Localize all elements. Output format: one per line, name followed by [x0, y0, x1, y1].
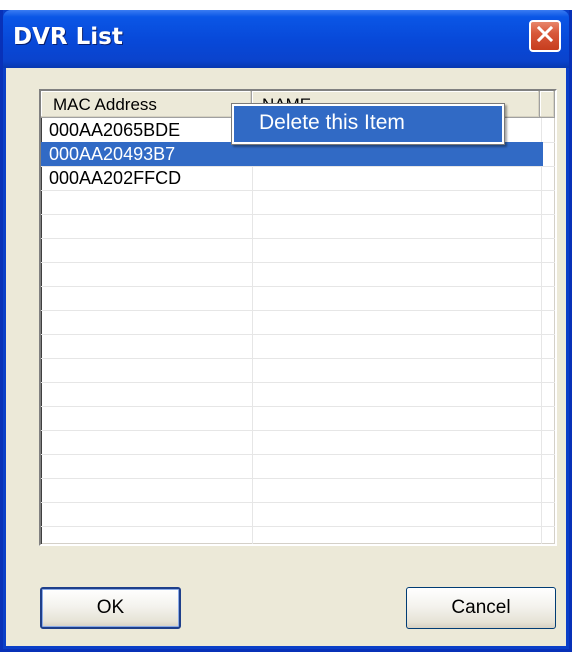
grid-line [41, 310, 555, 311]
grid-line [41, 526, 555, 527]
grid-line [41, 190, 555, 191]
table-row[interactable]: 000AA202FFCD [41, 166, 555, 190]
grid-line [41, 454, 555, 455]
title-bar[interactable]: DVR List [3, 10, 569, 68]
dialog-client-area: MAC Address NAME [6, 68, 566, 646]
grid-line [41, 358, 555, 359]
grid-line [41, 214, 555, 215]
grid-line [41, 478, 555, 479]
column-header-filler [540, 91, 555, 118]
name-cell [260, 142, 530, 166]
grid-line [41, 238, 555, 239]
column-header-mac-address[interactable]: MAC Address [41, 91, 252, 118]
mac-address-cell: 000AA20493B7 [49, 144, 176, 164]
close-icon [535, 24, 555, 48]
menu-item-delete[interactable]: Delete this Item [234, 106, 502, 142]
grid-line [41, 382, 555, 383]
name-cell [260, 166, 530, 190]
context-menu: Delete this Item [231, 103, 505, 145]
mac-address-cell: 000AA202FFCD [49, 168, 182, 188]
grid-line [41, 502, 555, 503]
grid-line [41, 430, 555, 431]
dvr-list-view[interactable]: MAC Address NAME [39, 89, 557, 546]
table-row-selected[interactable]: 000AA20493B7 [41, 142, 543, 166]
ok-button[interactable]: OK [40, 587, 181, 629]
mac-address-cell: 000AA2065BDE [49, 120, 181, 140]
window-title: DVR List [13, 24, 123, 50]
grid-line [41, 406, 555, 407]
list-body: 000AA2065BDE 166 000AA20493B7 000AA202FF… [41, 118, 555, 544]
grid-line [41, 286, 555, 287]
grid-line [41, 334, 555, 335]
close-button[interactable] [529, 20, 561, 52]
cancel-button[interactable]: Cancel [406, 587, 556, 629]
grid-line [41, 262, 555, 263]
